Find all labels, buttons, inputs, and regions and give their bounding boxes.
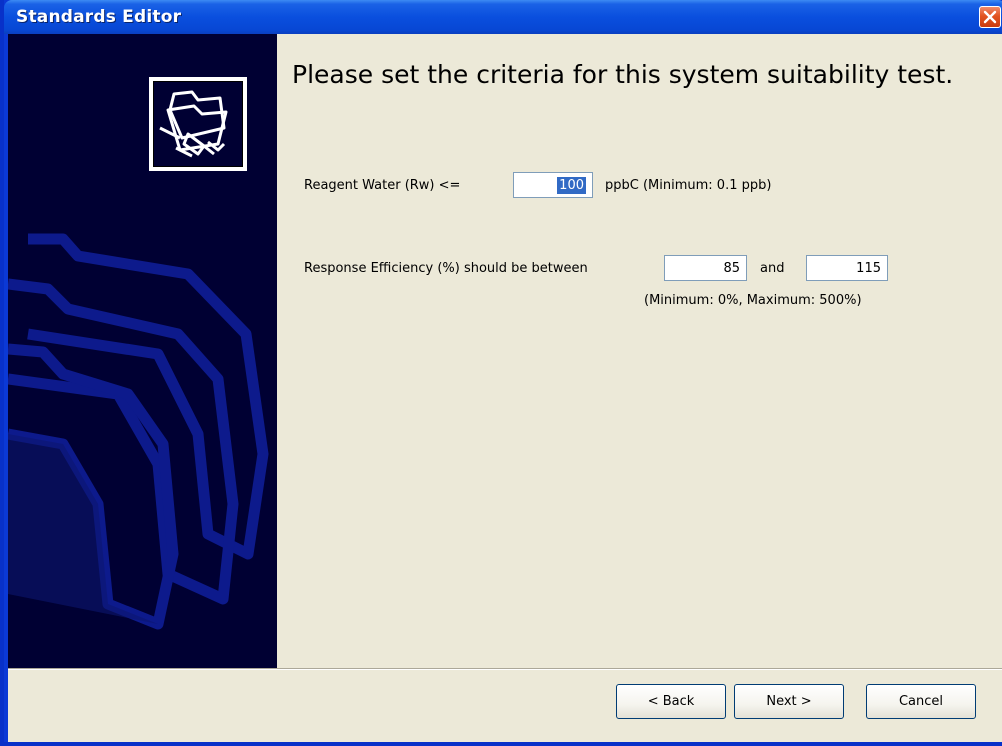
- next-button-label: Next >: [766, 694, 812, 709]
- cancel-button-label: Cancel: [898, 694, 944, 709]
- response-efficiency-label: Response Efficiency (%) should be betwee…: [304, 261, 588, 276]
- reagent-water-label: Reagent Water (Rw) <=: [304, 178, 461, 193]
- reagent-water-input[interactable]: 100: [513, 172, 593, 198]
- back-button-label: < Back: [647, 694, 695, 709]
- efficiency-max-input[interactable]: 115: [806, 255, 888, 281]
- dialog-client-area: Please set the criteria for this system …: [8, 34, 1002, 742]
- back-button[interactable]: < Back: [616, 684, 726, 719]
- dialog-window: Standards Editor Please set the criteria…: [0, 0, 1002, 746]
- and-label: and: [760, 261, 785, 276]
- close-button[interactable]: [979, 6, 1001, 28]
- title-bar[interactable]: Standards Editor: [4, 0, 1002, 34]
- wizard-image-frame: [149, 77, 247, 171]
- cancel-button[interactable]: Cancel: [866, 684, 976, 719]
- next-button[interactable]: Next >: [734, 684, 844, 719]
- wizard-side-panel: [8, 34, 277, 668]
- efficiency-range-note: (Minimum: 0%, Maximum: 500%): [644, 293, 862, 308]
- reagent-water-value: 100: [557, 177, 586, 194]
- page-heading: Please set the criteria for this system …: [292, 60, 954, 89]
- efficiency-min-value: 85: [723, 261, 740, 276]
- button-separator: [8, 668, 1002, 670]
- reagent-water-unit-text: ppbC (Minimum: 0.1 ppb): [605, 178, 772, 193]
- efficiency-min-input[interactable]: 85: [664, 255, 747, 281]
- window-title: Standards Editor: [16, 7, 182, 27]
- wizard-content: Please set the criteria for this system …: [277, 34, 1002, 668]
- efficiency-max-value: 115: [856, 261, 881, 276]
- folder-network-icon: [159, 90, 228, 158]
- close-icon: [983, 10, 997, 24]
